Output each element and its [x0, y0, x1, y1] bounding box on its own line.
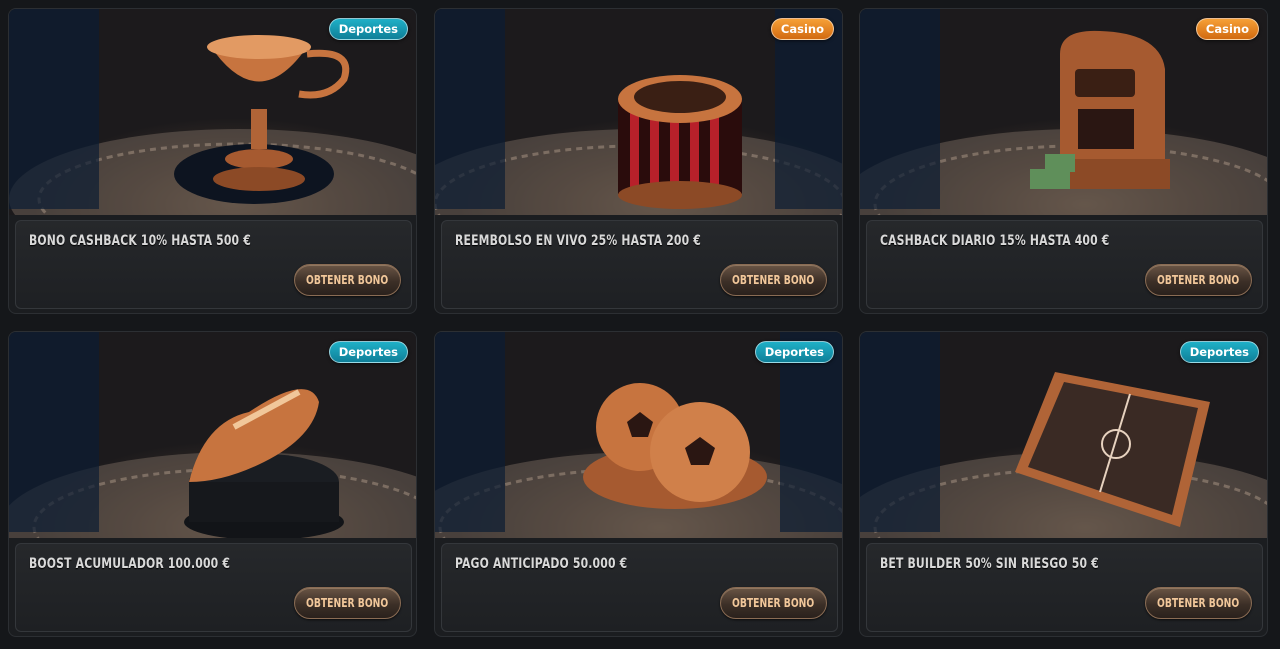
- promo-card[interactable]: Deportes BONO CASHBACK 10% HASTA 500 € O…: [8, 8, 417, 314]
- promo-panel: PAGO ANTICIPADO 50.000 € OBTENER BONO: [441, 543, 838, 632]
- promo-card[interactable]: Deportes BOOST ACUMULADOR 100.000 € OBTE…: [8, 331, 417, 637]
- promo-panel: BONO CASHBACK 10% HASTA 500 € OBTENER BO…: [15, 220, 412, 309]
- promo-title: PAGO ANTICIPADO 50.000 €: [455, 556, 628, 572]
- get-bonus-button[interactable]: OBTENER BONO: [1145, 587, 1252, 619]
- category-badge: Deportes: [1179, 341, 1259, 363]
- promo-panel: REEMBOLSO EN VIVO 25% HASTA 200 € OBTENE…: [441, 220, 838, 309]
- get-bonus-label: OBTENER BONO: [306, 272, 389, 287]
- promo-card[interactable]: Casino CASHBACK DIARIO 15% HASTA 400 € O…: [859, 8, 1268, 314]
- promo-title: REEMBOLSO EN VIVO 25% HASTA 200 €: [455, 233, 702, 249]
- get-bonus-button[interactable]: OBTENER BONO: [294, 264, 401, 296]
- category-badge: Casino: [770, 18, 834, 40]
- get-bonus-label: OBTENER BONO: [732, 272, 815, 287]
- category-badge: Deportes: [328, 18, 408, 40]
- get-bonus-label: OBTENER BONO: [732, 595, 815, 610]
- promo-title: CASHBACK DIARIO 15% HASTA 400 €: [880, 233, 1110, 249]
- get-bonus-button[interactable]: OBTENER BONO: [294, 587, 401, 619]
- promo-title: BOOST ACUMULADOR 100.000 €: [29, 556, 231, 572]
- category-badge: Deportes: [754, 341, 834, 363]
- promo-card[interactable]: Deportes PAGO ANTICIPADO 50.000 € OBTENE…: [434, 331, 843, 637]
- get-bonus-label: OBTENER BONO: [306, 595, 389, 610]
- promo-card[interactable]: Casino REEMBOLSO EN VIVO 25% HASTA 200 €…: [434, 8, 843, 314]
- get-bonus-button[interactable]: OBTENER BONO: [720, 264, 827, 296]
- promo-title: BONO CASHBACK 10% HASTA 500 €: [29, 233, 251, 249]
- promo-panel: BET BUILDER 50% SIN RIESGO 50 € OBTENER …: [866, 543, 1263, 632]
- get-bonus-button[interactable]: OBTENER BONO: [1145, 264, 1252, 296]
- category-badge: Deportes: [328, 341, 408, 363]
- get-bonus-button[interactable]: OBTENER BONO: [720, 587, 827, 619]
- promo-card[interactable]: Deportes BET BUILDER 50% SIN RIESGO 50 €…: [859, 331, 1268, 637]
- promo-panel: CASHBACK DIARIO 15% HASTA 400 € OBTENER …: [866, 220, 1263, 309]
- promo-title: BET BUILDER 50% SIN RIESGO 50 €: [880, 556, 1099, 572]
- category-badge: Casino: [1195, 18, 1259, 40]
- get-bonus-label: OBTENER BONO: [1157, 272, 1240, 287]
- get-bonus-label: OBTENER BONO: [1157, 595, 1240, 610]
- promo-panel: BOOST ACUMULADOR 100.000 € OBTENER BONO: [15, 543, 412, 632]
